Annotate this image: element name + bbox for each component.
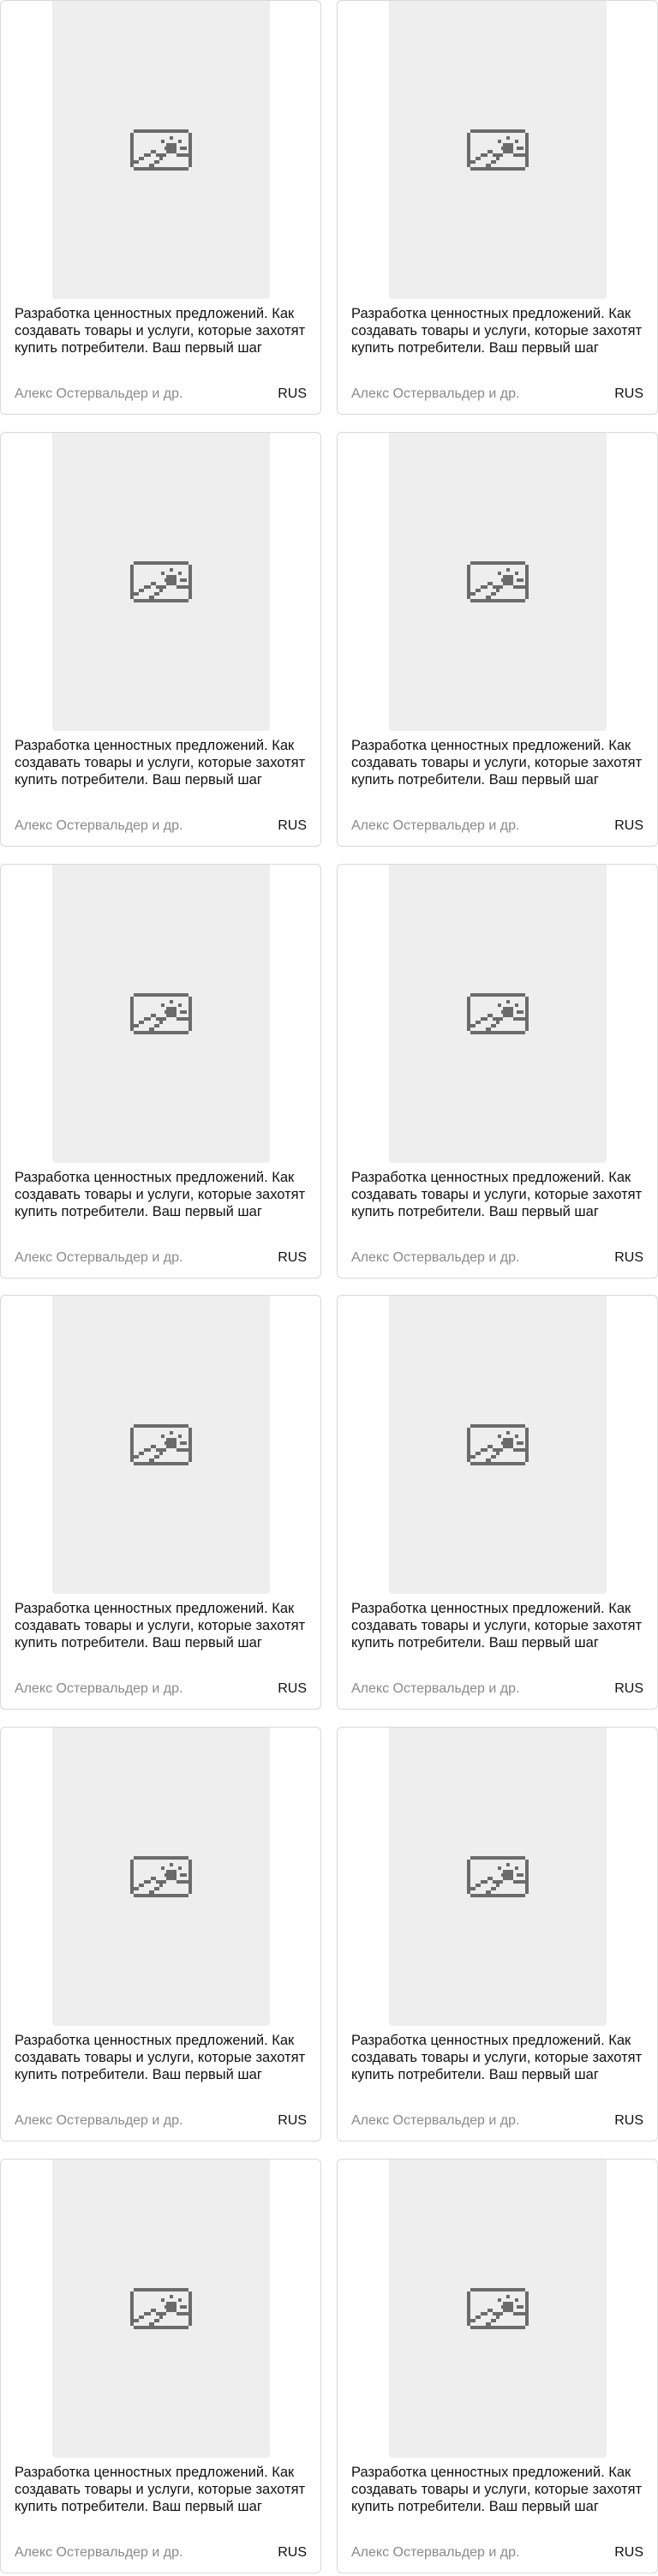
book-title[interactable]: Разработка ценностных предложений. Как с… (351, 1169, 645, 1220)
book-card[interactable]: Разработка ценностных предложений. Как с… (337, 2158, 658, 2573)
book-card[interactable]: Разработка ценностных предложений. Как с… (337, 431, 658, 847)
book-card[interactable]: Разработка ценностных предложений. Как с… (0, 431, 321, 847)
image-placeholder-icon (130, 2287, 192, 2329)
image-placeholder-icon (467, 992, 529, 1034)
image-placeholder-icon (130, 1424, 192, 1466)
book-card[interactable]: Разработка ценностных предложений. Как с… (0, 1727, 321, 2142)
book-title[interactable]: Разработка ценностных предложений. Как с… (15, 2032, 308, 2083)
book-title[interactable]: Разработка ценностных предложений. Как с… (15, 305, 308, 356)
book-author: Алекс Остервальдер и др. (15, 1681, 183, 1697)
book-title[interactable]: Разработка ценностных предложений. Как с… (15, 737, 308, 788)
book-card[interactable]: Разработка ценностных предложений. Как с… (337, 1295, 658, 1710)
book-author: Алекс Остервальдер и др. (351, 386, 520, 401)
book-title[interactable]: Разработка ценностных предложений. Как с… (351, 2032, 645, 2083)
book-language-badge: RUS (614, 2113, 643, 2129)
book-title[interactable]: Разработка ценностных предложений. Как с… (15, 1169, 308, 1220)
book-cover-placeholder (389, 1728, 607, 2027)
book-language-badge: RUS (614, 1249, 643, 1265)
book-cover-placeholder (52, 864, 270, 1163)
image-placeholder-icon (130, 129, 192, 171)
book-language-badge: RUS (278, 2113, 307, 2129)
book-author: Алекс Остервальдер и др. (351, 1249, 520, 1265)
book-cover-placeholder (389, 864, 607, 1163)
book-author: Алекс Остервальдер и др. (351, 2544, 520, 2560)
image-placeholder-icon (467, 1856, 529, 1898)
book-card[interactable]: Разработка ценностных предложений. Как с… (0, 0, 321, 415)
book-language-badge: RUS (278, 1681, 307, 1697)
book-author: Алекс Остервальдер и др. (15, 2113, 183, 2129)
book-card[interactable]: Разработка ценностных предложений. Как с… (0, 1295, 321, 1710)
book-author: Алекс Остервальдер и др. (15, 386, 183, 401)
book-cover-placeholder (389, 1, 607, 299)
book-language-badge: RUS (278, 818, 307, 833)
book-title[interactable]: Разработка ценностных предложений. Как с… (15, 1600, 308, 1651)
book-card[interactable]: Разработка ценностных предложений. Как с… (337, 1727, 658, 2142)
book-title[interactable]: Разработка ценностных предложений. Как с… (351, 1600, 645, 1651)
book-author: Алекс Остервальдер и др. (351, 818, 520, 833)
book-language-badge: RUS (614, 2544, 643, 2560)
book-author: Алекс Остервальдер и др. (15, 818, 183, 833)
book-cover-placeholder (52, 432, 270, 731)
book-title[interactable]: Разработка ценностных предложений. Как с… (351, 2464, 645, 2515)
book-author: Алекс Остервальдер и др. (15, 1249, 183, 1265)
book-author: Алекс Остервальдер и др. (351, 1681, 520, 1697)
book-title[interactable]: Разработка ценностных предложений. Как с… (351, 305, 645, 356)
book-card[interactable]: Разработка ценностных предложений. Как с… (337, 863, 658, 1279)
book-language-badge: RUS (614, 818, 643, 833)
book-author: Алекс Остервальдер и др. (15, 2544, 183, 2560)
image-placeholder-icon (130, 560, 192, 602)
image-placeholder-icon (467, 560, 529, 602)
book-language-badge: RUS (614, 386, 643, 401)
book-language-badge: RUS (614, 1681, 643, 1697)
book-title[interactable]: Разработка ценностных предложений. Как с… (15, 2464, 308, 2515)
book-grid: Разработка ценностных предложений. Как с… (0, 0, 658, 2573)
book-author: Алекс Остервальдер и др. (351, 2113, 520, 2129)
book-language-badge: RUS (278, 2544, 307, 2560)
book-cover-placeholder (389, 2159, 607, 2458)
book-cover-placeholder (52, 1, 270, 299)
image-placeholder-icon (130, 1856, 192, 1898)
book-cover-placeholder (52, 2159, 270, 2458)
book-card[interactable]: Разработка ценностных предложений. Как с… (0, 2158, 321, 2573)
book-cover-placeholder (52, 1296, 270, 1595)
book-title[interactable]: Разработка ценностных предложений. Как с… (351, 737, 645, 788)
image-placeholder-icon (467, 1424, 529, 1466)
book-cover-placeholder (389, 432, 607, 731)
image-placeholder-icon (130, 992, 192, 1034)
book-language-badge: RUS (278, 386, 307, 401)
image-placeholder-icon (467, 129, 529, 171)
book-cover-placeholder (52, 1728, 270, 2027)
book-cover-placeholder (389, 1296, 607, 1595)
book-card[interactable]: Разработка ценностных предложений. Как с… (337, 0, 658, 415)
book-language-badge: RUS (278, 1249, 307, 1265)
book-card[interactable]: Разработка ценностных предложений. Как с… (0, 863, 321, 1279)
image-placeholder-icon (467, 2287, 529, 2329)
